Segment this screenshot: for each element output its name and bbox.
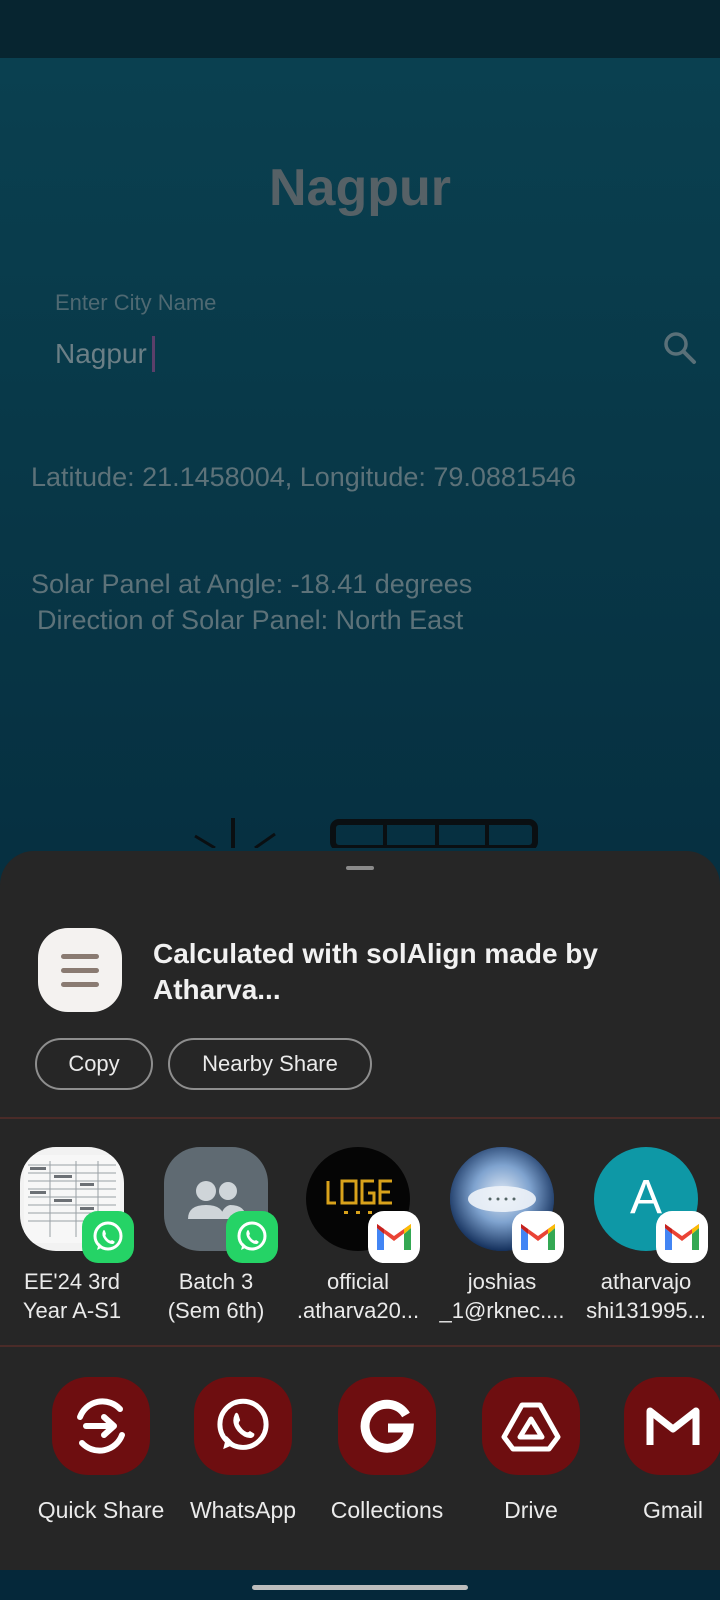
gmail-badge-icon <box>656 1211 708 1263</box>
direction-text: Direction of Solar Panel: North East <box>37 605 464 635</box>
contact-name: EE'24 3rd Year A-S1 <box>22 1269 122 1323</box>
share-preview-text: Calculated with solAlign made by Atharva… <box>153 938 598 1005</box>
search-icon <box>664 332 696 364</box>
navigation-handle[interactable] <box>252 1585 468 1590</box>
direct-share-contact[interactable]: A atharvajo shi131995... <box>574 1147 714 1327</box>
drive-icon <box>501 1402 561 1452</box>
app-label: Gmail <box>642 1497 704 1523</box>
gmail-badge-icon <box>368 1211 420 1263</box>
share-target-gmail[interactable]: Gmail <box>602 1377 720 1523</box>
divider <box>0 1345 720 1347</box>
nearby-share-button[interactable]: Nearby Share <box>168 1038 372 1090</box>
gmail-icon <box>646 1407 700 1445</box>
drag-handle[interactable] <box>346 866 374 870</box>
share-sheet: Calculated with solAlign made by Atharva… <box>0 851 720 1570</box>
app-label: Collections <box>330 1497 444 1523</box>
search-button[interactable] <box>660 328 700 368</box>
whatsapp-badge-icon <box>82 1211 134 1263</box>
whatsapp-badge-icon <box>226 1211 278 1263</box>
contact-name: Batch 3 (Sem 6th) <box>167 1269 265 1323</box>
solar-result: Solar Panel at Angle: -18.41 degrees Dir… <box>31 566 472 638</box>
divider <box>0 1117 720 1119</box>
city-input-label: Enter City Name <box>55 290 217 315</box>
whatsapp-icon <box>217 1398 269 1450</box>
city-input-value: Nagpur <box>55 338 147 369</box>
share-target-quick-share[interactable]: Quick Share <box>30 1377 170 1523</box>
gmail-badge-icon <box>512 1211 564 1263</box>
avatar-letter: A <box>629 1170 662 1224</box>
quick-share-icon <box>77 1398 125 1454</box>
share-target-drive[interactable]: Drive <box>460 1377 600 1523</box>
share-target-whatsapp[interactable]: WhatsApp <box>172 1377 312 1523</box>
copy-button[interactable]: Copy <box>35 1038 153 1090</box>
text-document-icon <box>38 928 122 1012</box>
direct-share-contact[interactable]: EE'24 3rd Year A-S1 <box>0 1147 140 1327</box>
app-label: Drive <box>504 1497 558 1523</box>
app-label: WhatsApp <box>189 1497 297 1523</box>
direct-share-contact[interactable]: official .atharva20... <box>286 1147 426 1327</box>
city-title: Nagpur <box>269 159 451 217</box>
app-label: Quick Share <box>37 1497 165 1523</box>
text-caret <box>151 336 155 372</box>
contact-name: joshias _1@rknec.... <box>439 1269 565 1323</box>
direct-share-contact[interactable]: Batch 3 (Sem 6th) <box>144 1147 284 1327</box>
share-target-collections[interactable]: Collections <box>316 1377 456 1523</box>
contact-name: official .atharva20... <box>296 1269 420 1323</box>
coordinates-text: Latitude: 21.1458004, Longitude: 79.0881… <box>31 462 576 492</box>
google-icon <box>360 1399 414 1453</box>
solar-panel-illustration <box>194 818 538 848</box>
status-bar <box>0 0 720 58</box>
city-input[interactable]: Nagpur <box>55 336 155 372</box>
angle-text: Solar Panel at Angle: -18.41 degrees <box>31 569 473 599</box>
contact-name: atharvajo shi131995... <box>586 1269 706 1323</box>
direct-share-contact[interactable]: joshias _1@rknec.... <box>430 1147 570 1327</box>
